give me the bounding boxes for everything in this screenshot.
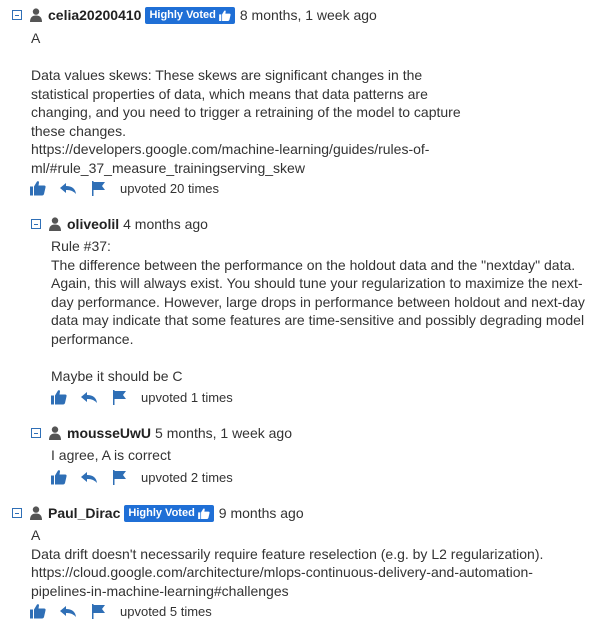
comment: celia20200410 Highly Voted 8 months, 1 w…	[0, 0, 615, 200]
timestamp: 8 months, 1 week ago	[239, 7, 377, 23]
comment-header: celia20200410 Highly Voted 8 months, 1 w…	[12, 5, 377, 25]
user-icon	[49, 217, 61, 231]
upvote-count: upvoted 1 times	[141, 389, 233, 405]
thumbs-up-icon	[197, 507, 210, 519]
flag-icon[interactable]	[90, 603, 106, 619]
comment-header: oliveolil 4 months ago	[31, 214, 208, 234]
user-icon	[30, 506, 42, 520]
thumbs-up-icon[interactable]	[51, 469, 67, 485]
thumbs-up-icon[interactable]	[30, 603, 46, 619]
upvote-count: upvoted 5 times	[120, 603, 212, 619]
collapse-toggle-icon[interactable]	[12, 508, 22, 518]
flag-icon[interactable]	[90, 180, 106, 196]
highly-voted-badge: Highly Voted	[145, 6, 235, 24]
collapse-toggle-icon[interactable]	[31, 428, 41, 438]
comment-actions: upvoted 2 times	[51, 468, 233, 486]
username[interactable]: oliveolil	[67, 216, 119, 232]
comment-actions: upvoted 5 times	[30, 602, 212, 620]
timestamp: 5 months, 1 week ago	[155, 425, 293, 441]
username[interactable]: celia20200410	[48, 7, 141, 23]
reply-icon[interactable]	[81, 389, 97, 405]
comment-text: I agree, A is correct	[51, 447, 171, 463]
reply-comment: mousseUwU 5 months, 1 week ago I agree, …	[0, 417, 615, 492]
comment-text: A Data drift doesn't necessarily require…	[31, 527, 544, 599]
badge-label: Highly Voted	[149, 8, 216, 21]
collapse-toggle-icon[interactable]	[31, 219, 41, 229]
reply-icon[interactable]	[60, 180, 76, 196]
timestamp: 4 months ago	[123, 216, 208, 232]
thumbs-up-icon[interactable]	[51, 389, 67, 405]
comment-header: Paul_Dirac Highly Voted 9 months ago	[12, 503, 304, 523]
upvote-count: upvoted 2 times	[141, 469, 233, 485]
thumbs-up-icon[interactable]	[30, 180, 46, 196]
user-icon	[30, 8, 42, 22]
badge-label: Highly Voted	[128, 506, 195, 519]
comment: Paul_Dirac Highly Voted 9 months ago A D…	[0, 497, 615, 619]
flag-icon[interactable]	[111, 469, 127, 485]
collapse-toggle-icon[interactable]	[12, 10, 22, 20]
comment-header: mousseUwU 5 months, 1 week ago	[31, 423, 292, 443]
user-icon	[49, 426, 61, 440]
timestamp: 9 months ago	[218, 505, 304, 521]
comment-actions: upvoted 20 times	[30, 179, 219, 197]
highly-voted-badge: Highly Voted	[124, 504, 214, 522]
username[interactable]: mousseUwU	[67, 425, 151, 441]
reply-comment: oliveolil 4 months ago Rule #37: The dif…	[0, 208, 615, 408]
comment-actions: upvoted 1 times	[51, 388, 233, 406]
comment-text: A Data values skews: These skews are sig…	[31, 30, 461, 176]
username[interactable]: Paul_Dirac	[48, 505, 120, 521]
flag-icon[interactable]	[111, 389, 127, 405]
reply-icon[interactable]	[60, 603, 76, 619]
thumbs-up-icon	[218, 9, 231, 21]
upvote-count: upvoted 20 times	[120, 180, 220, 196]
comment-text: Rule #37: The difference between the per…	[51, 238, 585, 384]
reply-icon[interactable]	[81, 469, 97, 485]
